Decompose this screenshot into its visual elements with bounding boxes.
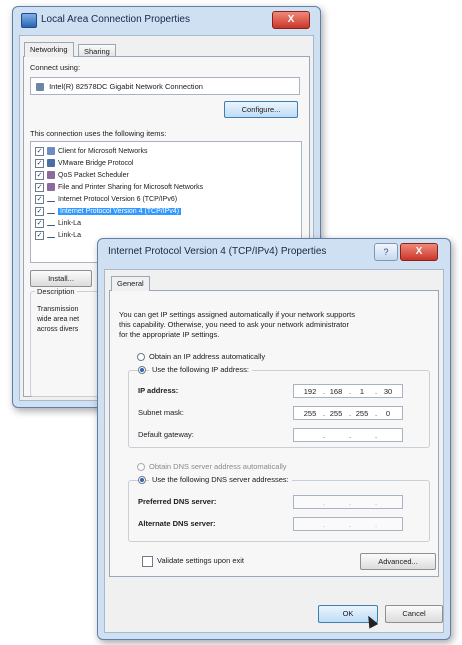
protocol-arrow-icon	[47, 200, 55, 202]
subnet-mask-input[interactable]: 255. 255. 255. 0	[293, 406, 403, 420]
manual-ip-radio[interactable]	[138, 366, 146, 374]
front-dialog-title: Internet Protocol Version 4 (TCP/IPv4) P…	[108, 246, 327, 257]
configure-button[interactable]: Configure...	[224, 101, 298, 118]
back-close-button[interactable]: X	[272, 11, 310, 29]
items-label: This connection uses the following items…	[30, 129, 167, 138]
subnet-octet-4: 0	[385, 409, 391, 418]
alternate-dns-input[interactable]: ...	[293, 517, 403, 531]
list-item-qos[interactable]: ✓ QoS Packet Scheduler	[35, 170, 129, 182]
description-line: wide area net	[37, 316, 80, 323]
subnet-octet-2: 255	[329, 409, 343, 418]
gateway-label: Default gateway:	[138, 430, 194, 439]
list-item-link-layer-1[interactable]: ✓ Link-La	[35, 218, 81, 230]
manual-dns-radio[interactable]	[138, 476, 146, 484]
ipv4-properties-dialog: Internet Protocol Version 4 (TCP/IPv4) P…	[97, 238, 451, 640]
tab-networking[interactable]: Networking	[24, 42, 74, 57]
tab-general[interactable]: General	[111, 276, 150, 291]
checkbox-ipv4[interactable]: ✓	[35, 206, 44, 216]
auto-ip-radio[interactable]	[137, 353, 145, 361]
ip-octet-4: 30	[383, 387, 393, 396]
default-gateway-input[interactable]: ...	[293, 428, 403, 442]
auto-dns-label[interactable]: Obtain DNS server address automatically	[149, 462, 287, 471]
description-line: Transmission	[37, 306, 79, 313]
cancel-button[interactable]: Cancel	[385, 605, 443, 623]
list-item-ipv4[interactable]: ✓ Internet Protocol Version 4 (TCP/IPv4)	[35, 206, 182, 218]
front-close-button[interactable]: X	[400, 243, 438, 261]
ip-octet-2: 168	[329, 387, 343, 396]
subnet-octet-1: 255	[303, 409, 317, 418]
client-network-icon	[47, 147, 55, 156]
adapter-field: Intel(R) 82578DC Gigabit Network Connect…	[30, 77, 300, 95]
intro-text: You can get IP settings assigned automat…	[119, 310, 355, 319]
protocol-arrow-icon	[47, 224, 55, 226]
auto-dns-radio[interactable]	[137, 463, 145, 471]
protocol-arrow-icon	[47, 212, 55, 214]
front-dialog-body: General You can get IP settings assigned…	[104, 269, 444, 633]
back-titlebar[interactable]: Local Area Connection Properties X	[13, 7, 320, 33]
dns-group: Use the following DNS server addresses: …	[128, 475, 430, 542]
ip-address-label: IP address:	[138, 386, 179, 395]
ip-octet-3: 1	[359, 387, 365, 396]
ip-address-input[interactable]: 192. 168. 1. 30	[293, 384, 403, 398]
network-adapter-icon	[36, 83, 44, 92]
checkbox-vmware-bridge[interactable]: ✓	[35, 158, 44, 168]
protocol-icon	[47, 159, 55, 168]
intro-text: this capability. Otherwise, you need to …	[119, 320, 349, 329]
connect-using-label: Connect using:	[30, 63, 81, 72]
service-icon	[47, 183, 55, 192]
checkbox-ipv6[interactable]: ✓	[35, 194, 44, 204]
checkbox-link-layer-2[interactable]: ✓	[35, 230, 44, 240]
list-item-client[interactable]: ✓ Client for Microsoft Networks	[35, 146, 147, 158]
ip-address-group: Use the following IP address: IP address…	[128, 365, 430, 448]
network-icon	[21, 13, 37, 28]
list-item-link-layer-2[interactable]: ✓ Link-La	[35, 230, 81, 242]
front-titlebar[interactable]: Internet Protocol Version 4 (TCP/IPv4) P…	[98, 239, 450, 265]
preferred-dns-label: Preferred DNS server:	[138, 497, 217, 506]
manual-dns-label[interactable]: Use the following DNS server addresses:	[149, 475, 292, 484]
checkbox-qos[interactable]: ✓	[35, 170, 44, 180]
list-item-file-sharing[interactable]: ✓ File and Printer Sharing for Microsoft …	[35, 182, 203, 194]
intro-text: for the appropriate IP settings.	[119, 330, 220, 339]
list-item-ipv6[interactable]: ✓ Internet Protocol Version 6 (TCP/IPv6)	[35, 194, 177, 206]
preferred-dns-input[interactable]: ...	[293, 495, 403, 509]
back-dialog-title: Local Area Connection Properties	[41, 14, 190, 25]
protocol-arrow-icon	[47, 236, 55, 238]
adapter-name: Intel(R) 82578DC Gigabit Network Connect…	[49, 82, 203, 91]
subnet-label: Subnet mask:	[138, 408, 184, 417]
advanced-button[interactable]: Advanced...	[360, 553, 436, 570]
help-button[interactable]: ?	[374, 243, 398, 261]
description-label: Description	[35, 287, 77, 296]
validate-label[interactable]: Validate settings upon exit	[157, 556, 244, 565]
checkbox-file-sharing[interactable]: ✓	[35, 182, 44, 192]
general-tab-page: You can get IP settings assigned automat…	[109, 290, 439, 577]
manual-ip-label[interactable]: Use the following IP address:	[149, 365, 252, 374]
subnet-octet-3: 255	[355, 409, 369, 418]
service-icon	[47, 171, 55, 180]
validate-checkbox[interactable]	[142, 556, 153, 567]
checkbox-link-layer-1[interactable]: ✓	[35, 218, 44, 228]
description-line: across divers	[37, 326, 79, 333]
checkbox-client[interactable]: ✓	[35, 146, 44, 156]
alternate-dns-label: Alternate DNS server:	[138, 519, 216, 528]
ip-octet-1: 192	[303, 387, 317, 396]
list-item-vmware-bridge[interactable]: ✓ VMware Bridge Protocol	[35, 158, 133, 170]
auto-ip-label[interactable]: Obtain an IP address automatically	[149, 352, 265, 361]
install-button[interactable]: Install...	[30, 270, 92, 287]
